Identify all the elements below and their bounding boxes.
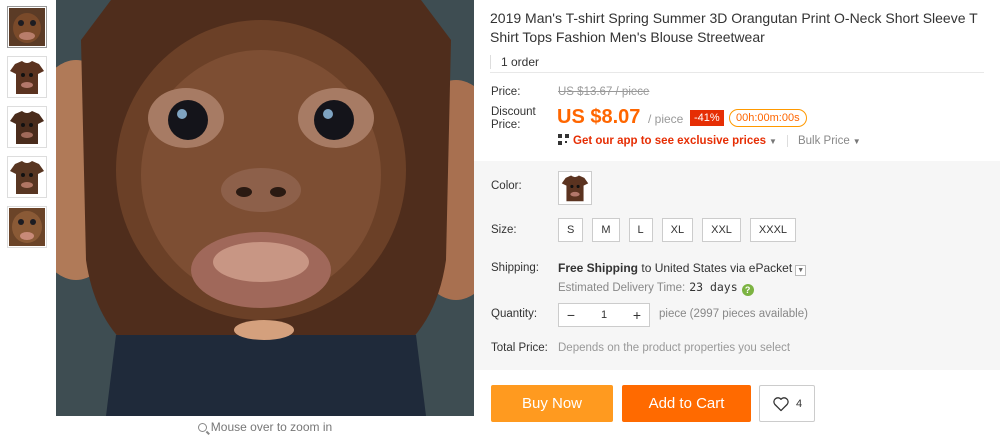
quantity-input[interactable]: 1 bbox=[583, 309, 625, 321]
countdown-timer: 00h:00m:00s bbox=[729, 109, 807, 127]
color-label: Color: bbox=[491, 180, 522, 192]
bulk-price-dropdown[interactable]: Bulk Price ▼ bbox=[786, 135, 861, 147]
qr-code-icon bbox=[558, 134, 569, 145]
buy-now-button[interactable]: Buy Now bbox=[491, 385, 613, 422]
discount-price-label-line1: Discount bbox=[491, 106, 536, 118]
shipping-to-text: to bbox=[641, 261, 652, 275]
size-option-l[interactable]: L bbox=[628, 218, 653, 242]
size-option-xxl[interactable]: XXL bbox=[702, 218, 741, 242]
total-price-label: Total Price: bbox=[491, 342, 548, 354]
thumbnail-3[interactable] bbox=[7, 106, 47, 148]
shipping-method[interactable]: Free Shipping to United States via ePack… bbox=[558, 261, 807, 276]
delivery-estimate-label: Estimated Delivery Time: bbox=[558, 282, 686, 294]
chevron-down-icon[interactable]: ▼ bbox=[795, 265, 807, 276]
size-options: S M L XL XXL XXXL bbox=[558, 218, 797, 242]
free-shipping-text: Free Shipping bbox=[558, 261, 639, 275]
size-label: Size: bbox=[491, 224, 517, 236]
orangutan-tshirt-photo bbox=[56, 0, 474, 416]
app-promo-row: Get our app to see exclusive prices ▼ Bulk… bbox=[558, 134, 861, 147]
thumbnail-1[interactable] bbox=[7, 6, 47, 48]
app-promo-link[interactable]: Get our app to see exclusive prices bbox=[573, 135, 766, 147]
size-option-m[interactable]: M bbox=[592, 218, 620, 242]
order-count: 1 order bbox=[490, 55, 990, 69]
zoom-hint: Mouse over to zoom in bbox=[56, 420, 474, 434]
caret-down-icon: ▼ bbox=[769, 137, 777, 146]
quantity-label: Quantity: bbox=[491, 308, 538, 320]
zoom-hint-text: Mouse over to zoom in bbox=[210, 420, 333, 434]
product-title: 2019 Man's T-shirt Spring Summer 3D Oran… bbox=[490, 10, 978, 45]
price-unit: / piece bbox=[648, 112, 684, 126]
thumbnail-2[interactable] bbox=[7, 56, 47, 98]
quantity-stepper: − 1 + bbox=[558, 303, 650, 327]
original-price: US $13.67 / piece bbox=[558, 86, 650, 98]
shipping-carrier: ePacket bbox=[748, 261, 793, 275]
shipping-label: Shipping: bbox=[491, 262, 539, 274]
price-label: Price: bbox=[491, 86, 521, 98]
delivery-estimate: Estimated Delivery Time: 23 days? bbox=[558, 280, 754, 296]
quantity-available: piece (2997 pieces available) bbox=[659, 308, 808, 320]
product-info-panel: 2019 Man's T-shirt Spring Summer 3D Oran… bbox=[490, 0, 990, 354]
quantity-increase-button[interactable]: + bbox=[625, 307, 649, 323]
shipping-country: United States bbox=[654, 261, 727, 275]
tshirt-front-thumbnail-image bbox=[10, 161, 44, 194]
thumbnail-5[interactable] bbox=[7, 206, 47, 248]
wishlist-button[interactable]: 4 bbox=[759, 385, 815, 422]
thumbnail-4[interactable] bbox=[7, 156, 47, 198]
size-option-s[interactable]: S bbox=[558, 218, 584, 242]
color-swatch-orangutan[interactable] bbox=[558, 171, 592, 205]
product-page: Mouse over to zoom in 2019 Man's T-shirt… bbox=[0, 0, 1000, 441]
orangutan-closeup-thumbnail-image bbox=[9, 208, 45, 246]
size-option-xxxl[interactable]: XXXL bbox=[749, 218, 797, 242]
delivery-estimate-value: 23 days bbox=[689, 280, 738, 294]
main-product-image[interactable] bbox=[56, 0, 474, 416]
thumbnail-strip bbox=[7, 6, 49, 256]
discount-price-label-line2: Price: bbox=[491, 119, 521, 131]
orangutan-face-thumbnail-image bbox=[9, 8, 45, 46]
wishlist-count: 4 bbox=[795, 397, 803, 410]
shipping-via-text: via bbox=[730, 261, 746, 275]
discount-price: US $8.07 bbox=[557, 106, 641, 128]
tshirt-front-thumbnail-image bbox=[10, 61, 44, 94]
total-price-value: Depends on the product properties you se… bbox=[558, 342, 791, 354]
bulk-price-label: Bulk Price bbox=[797, 135, 850, 147]
add-to-cart-button[interactable]: Add to Cart bbox=[622, 385, 751, 422]
size-option-xl[interactable]: XL bbox=[661, 218, 694, 242]
caret-down-icon: ▼ bbox=[852, 137, 861, 146]
magnifier-icon bbox=[197, 423, 207, 432]
tshirt-front-thumbnail-image bbox=[10, 111, 44, 144]
discount-percent-badge: -41% bbox=[690, 110, 724, 126]
help-question-icon[interactable]: ? bbox=[741, 284, 754, 296]
quantity-decrease-button[interactable]: − bbox=[559, 307, 583, 323]
divider bbox=[490, 72, 984, 73]
tshirt-swatch-image bbox=[561, 175, 589, 202]
heart-icon bbox=[773, 396, 789, 411]
